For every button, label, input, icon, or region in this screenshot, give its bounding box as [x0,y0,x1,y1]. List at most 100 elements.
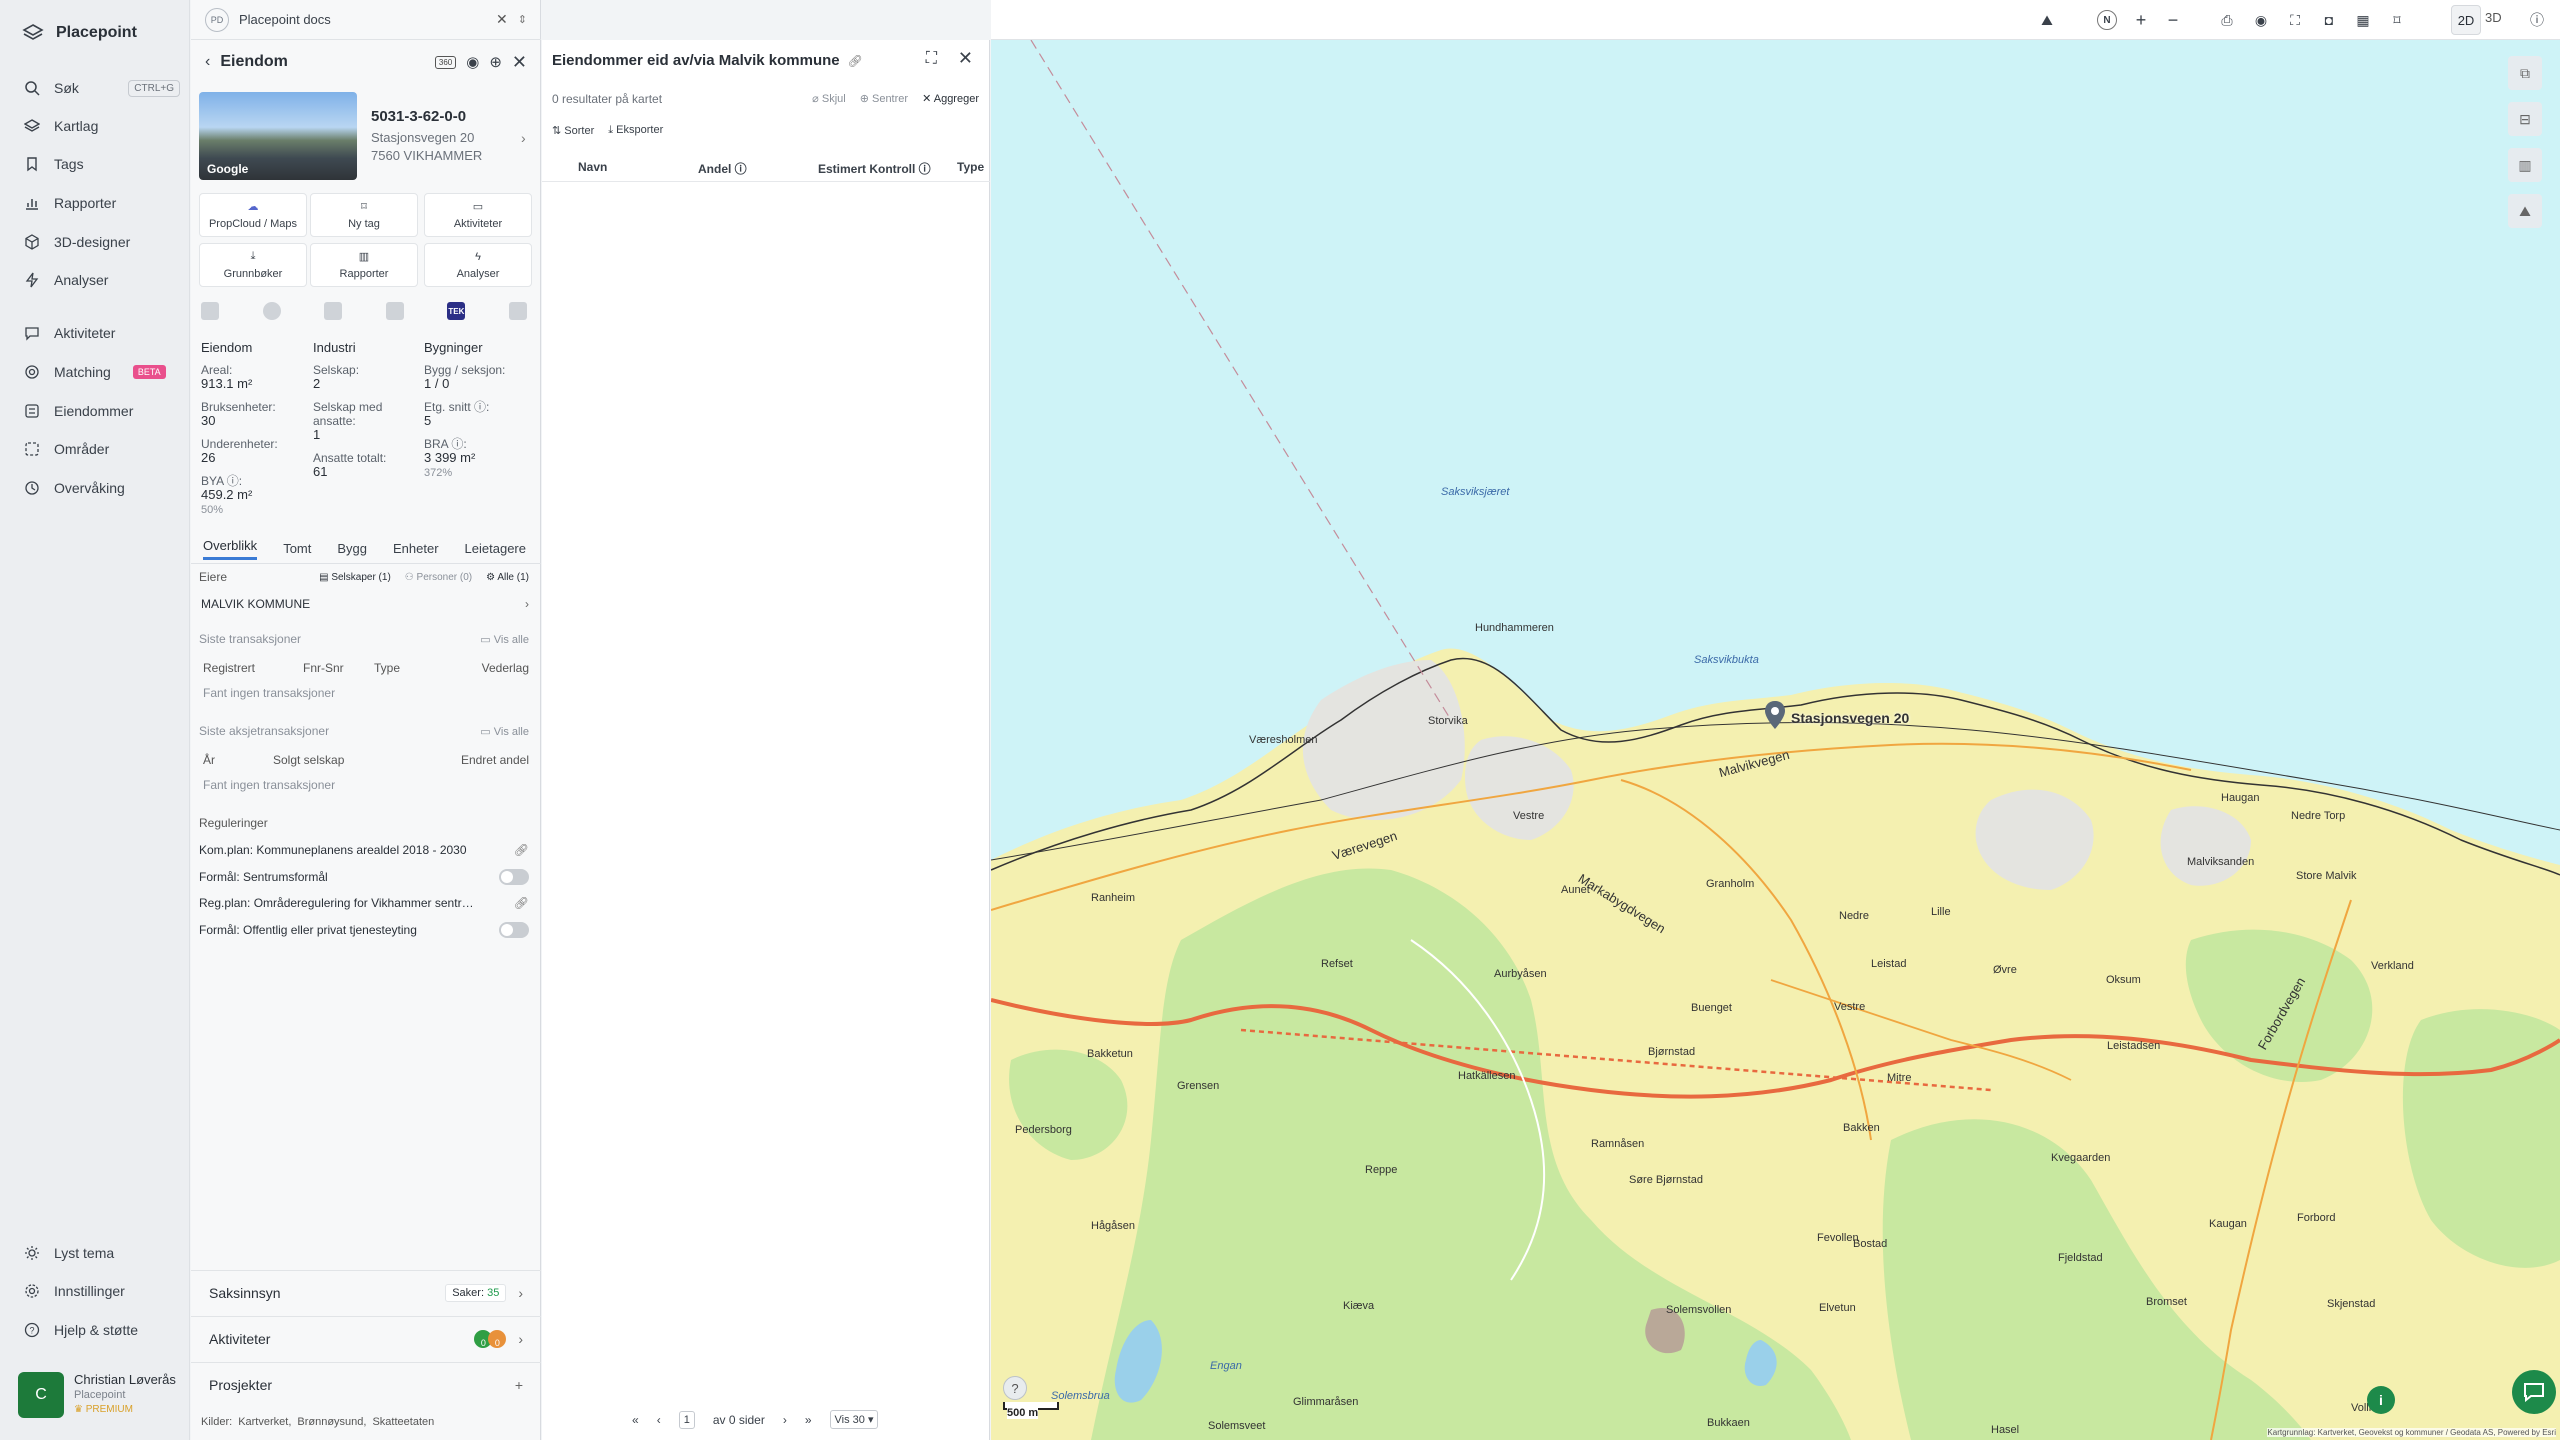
property-marker[interactable] [1764,700,1786,733]
nav-item-rapporter[interactable]: Rapporter [24,188,180,218]
back-icon[interactable]: ‹ [205,53,210,71]
nav-item-lyst-tema[interactable]: Lyst tema [24,1238,180,1268]
streetview-thumbnail[interactable]: Google [199,92,357,180]
info-icon[interactable]: ⓘ [2527,10,2547,30]
propcloud-button[interactable]: ☁ PropCloud / Maps [199,193,307,237]
regulation-row[interactable]: Kom.plan: Kommuneplanens arealdel 2018 -… [199,843,529,857]
map-profile-button[interactable]: ⛰ [2508,194,2542,228]
prev-page-icon[interactable]: ‹ [657,1413,661,1427]
regulation-row[interactable]: Formål: Sentrumsformål [199,869,529,885]
zoom-in-icon[interactable]: + [2131,10,2151,30]
source-link[interactable]: Kartverket, [238,1416,291,1428]
source-icon-2[interactable] [262,302,281,320]
export-button[interactable]: ⤓ Eksporter [608,124,663,137]
first-page-icon[interactable]: « [632,1413,639,1427]
source-tek-icon[interactable]: TEK [447,302,466,320]
nav-item-omrader[interactable]: Områder [24,434,180,464]
column-header-kontroll[interactable]: Estimert Kontroll ⓘ [818,160,931,177]
regulation-row[interactable]: Reg.plan: Områderegulering for Vikhammer… [199,896,529,910]
nav-item-matching[interactable]: Matching BETA [24,357,180,387]
tab-enheter[interactable]: Enheter [393,541,439,556]
new-tag-button[interactable]: ⌑ Ny tag [310,193,418,237]
analyses-button[interactable]: ϟ Analyser [424,243,532,287]
map-measure-button[interactable]: ⊟ [2508,102,2542,136]
nav-item-kartlag[interactable]: Kartlag [24,111,180,141]
chat-support-button[interactable] [2512,1370,2556,1414]
zoom-out-icon[interactable]: − [2163,10,2183,30]
tab-bygg[interactable]: Bygg [337,541,367,556]
toggle-switch[interactable] [499,869,529,885]
center-button[interactable]: ⊕ Sentrer [860,92,908,105]
nav-item-hjelp[interactable]: ? Hjelp & støtte [24,1315,180,1345]
chevron-right-icon[interactable]: › [521,130,526,146]
map-layers-button[interactable]: ⧉ [2508,56,2542,90]
print-icon[interactable]: ⎙ [2217,10,2237,30]
regulation-row[interactable]: Formål: Offentlig eller privat tjenestey… [199,922,529,938]
filter-companies[interactable]: ▤ Selskaper (1) [319,572,391,583]
chevron-updown-icon[interactable]: ⇕ [518,13,527,26]
source-link[interactable]: Skatteetaten [372,1416,434,1428]
mode-2d-button[interactable]: 2D [2451,5,2481,35]
compass-north-icon[interactable]: N [2097,10,2117,30]
map-canvas[interactable]: Saksviksjæret Hundhammeren Saksvikbukta … [991,40,2560,1440]
add-icon[interactable]: ⊕ [489,53,502,71]
reports-button[interactable]: ▥ Rapporter [310,243,418,287]
map-chart-button[interactable]: ▥ [2508,148,2542,182]
source-icon-1[interactable] [201,302,219,320]
eye-icon[interactable]: ◉ [2251,10,2271,30]
aggregate-button[interactable]: ✕ Aggreger [922,92,979,105]
last-page-icon[interactable]: » [805,1413,812,1427]
tab-leietagere[interactable]: Leietagere [465,541,526,556]
accordion-prosjekter[interactable]: Prosjekter + [191,1362,541,1406]
nav-item-tags[interactable]: Tags [24,149,180,179]
column-header-navn[interactable]: Navn [578,160,607,174]
layers-toggle-icon[interactable]: ⛰ [2037,10,2057,30]
source-icon-6[interactable] [508,302,527,320]
source-link[interactable]: Brønnøysund, [297,1416,366,1428]
sort-button[interactable]: ⇅ Sorter [552,124,594,137]
nav-item-eiendommer[interactable]: Eiendommer [24,396,180,426]
nav-item-aktiviteter[interactable]: Aktiviteter [24,318,180,348]
page-number-input[interactable]: 1 [678,1410,695,1429]
owner-row[interactable]: MALVIK KOMMUNE › [199,597,529,611]
filter-persons[interactable]: ⚇ Personer (0) [405,572,472,583]
toggle-switch[interactable] [499,922,529,938]
streetview-360-button[interactable]: 360 [434,55,457,69]
eye-icon[interactable]: ◉ [466,53,479,71]
link-icon[interactable]: 🔗︎ [848,54,863,68]
doc-selector[interactable]: PD Placepoint docs ✕ ⇕ [191,0,541,40]
next-page-icon[interactable]: › [783,1413,787,1427]
grunnboker-button[interactable]: ⤓ Grunnbøker [199,243,307,287]
show-all-link[interactable]: ▭ Vis alle [480,633,529,646]
accordion-aktiviteter[interactable]: Aktiviteter 0 0 › [191,1316,541,1360]
per-page-select[interactable]: Vis 30 ▾ [829,1410,879,1429]
source-icon-4[interactable] [385,302,404,320]
user-profile[interactable]: C Christian Løverås Placepoint ♛ PREMIUM [18,1372,176,1418]
help-icon[interactable]: ? [1003,1376,1027,1400]
tab-overblikk[interactable]: Overblikk [203,538,258,560]
grid-icon[interactable]: ▦ [2353,10,2373,30]
expand-icon[interactable]: ⛶ [926,50,937,68]
close-panel-icon[interactable]: ✕ [512,52,527,73]
hide-button[interactable]: ⌀ Skjul [812,92,846,105]
filter-all[interactable]: ⚙ Alle (1) [486,572,529,583]
mode-3d-button[interactable]: 3D [2485,10,2502,25]
link-icon[interactable]: 🔗︎ [514,843,529,857]
bookmark-icon[interactable]: ⌑ [2387,10,2407,30]
camera-icon[interactable]: ◘ [2319,10,2339,30]
column-header-andel[interactable]: Andel ⓘ [698,160,747,177]
source-icon-3[interactable] [324,302,343,320]
close-icon[interactable]: ✕ [958,48,973,69]
nav-item-analyser[interactable]: Analyser [24,265,180,295]
fullscreen-icon[interactable]: ⛶ [2285,10,2305,30]
accordion-saksinnsyn[interactable]: Saksinnsyn Saker: 35 › [191,1270,541,1314]
column-header-type[interactable]: Type [957,160,984,174]
activities-button[interactable]: ▭ Aktiviteter [424,193,532,237]
close-icon[interactable]: ✕ [496,11,508,28]
show-all-link[interactable]: ▭ Vis alle [480,725,529,738]
info-icon[interactable]: i [2367,1386,2395,1414]
nav-item-overvaking[interactable]: Overvåking [24,473,180,503]
nav-item-3d-designer[interactable]: 3D-designer [24,227,180,257]
nav-item-innstillinger[interactable]: Innstillinger [24,1276,180,1306]
link-icon[interactable]: 🔗︎ [514,896,529,910]
